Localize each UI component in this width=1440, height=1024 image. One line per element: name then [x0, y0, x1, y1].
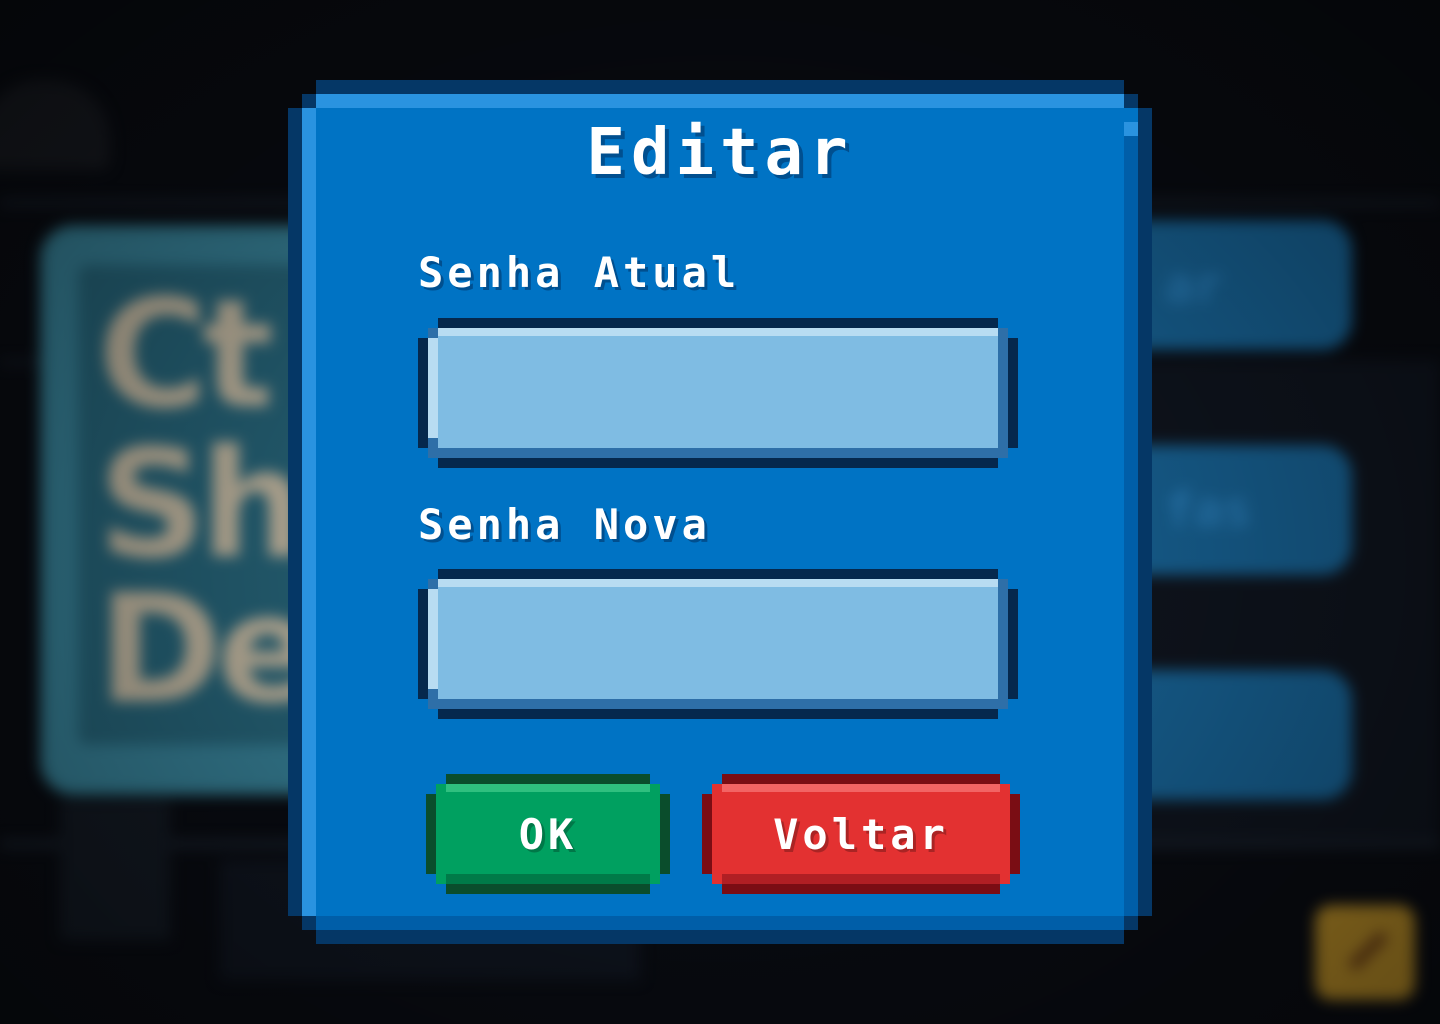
edit-password-dialog: Editar Senha Atual Senha Nova OK Voltar [288, 80, 1152, 944]
new-password-label: Senha Nova [418, 500, 711, 549]
current-password-box [418, 318, 1018, 468]
dialog-title: Editar [586, 116, 854, 190]
game-screen: Ct Sh De ar fas Editar Senha Atual Senha… [0, 0, 1440, 1024]
ok-button-label: OK [518, 809, 578, 859]
current-password-input[interactable] [438, 328, 998, 448]
new-password-box [418, 569, 1018, 719]
back-button-label: Voltar [773, 809, 949, 859]
current-password-label: Senha Atual [418, 248, 741, 297]
back-button[interactable]: Voltar [702, 774, 1020, 894]
ok-button[interactable]: OK [426, 774, 670, 894]
new-password-input[interactable] [438, 579, 998, 699]
